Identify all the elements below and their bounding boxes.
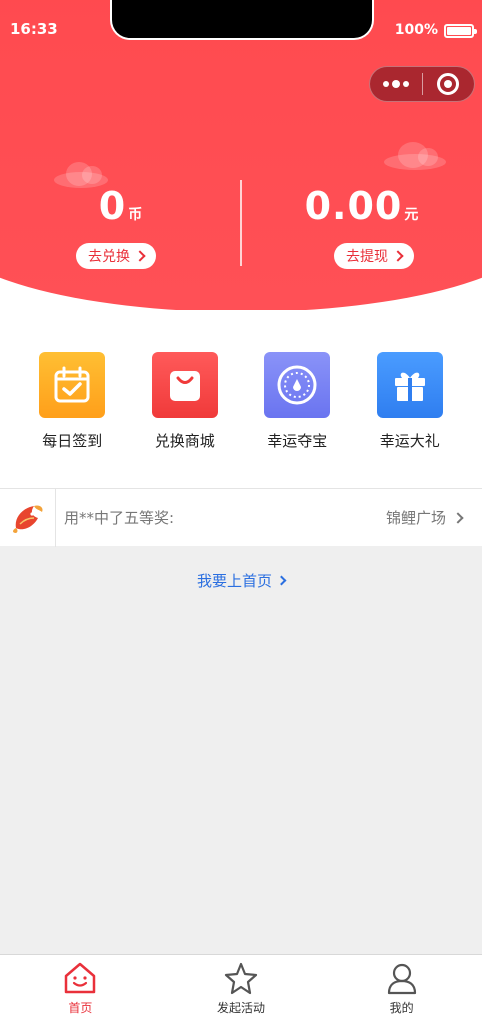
tab-label: 我的 <box>389 1001 414 1015</box>
calendar-check-icon <box>39 352 106 418</box>
feature-grid: 每日签到 兑换商城 幸运夺宝 幸运大礼 <box>0 310 482 488</box>
feature-lucky-draw[interactable]: 幸运夺宝 <box>247 352 347 488</box>
koi-fish-icon <box>0 488 56 547</box>
tab-label: 发起活动 <box>217 1001 266 1015</box>
gift-icon <box>376 352 443 418</box>
chevron-right-icon <box>392 250 404 262</box>
hero-header: 16:33 100% 0币 0.00 元 去兑换 去提现 <box>0 0 482 320</box>
feature-label: 兑换商城 <box>154 432 215 450</box>
feature-label: 每日签到 <box>42 432 103 450</box>
koi-square-label: 锦鲤广场 <box>385 509 446 527</box>
chevron-right-icon <box>452 511 464 524</box>
withdraw-button-label: 去提现 <box>346 249 388 265</box>
user-icon <box>387 963 416 995</box>
chevron-right-icon <box>276 575 287 586</box>
home-smile-icon <box>65 962 96 994</box>
shopping-bag-icon <box>151 352 218 418</box>
winner-ticker[interactable]: 用**中了五等奖: 锦鲤广场 <box>0 488 482 547</box>
exchange-button-label: 去兑换 <box>88 249 130 265</box>
coin-value: 0 <box>98 184 127 228</box>
exchange-button[interactable]: 去兑换 <box>76 243 156 269</box>
more-dots-icon[interactable] <box>370 66 422 102</box>
feature-label: 幸运夺宝 <box>267 432 328 450</box>
feature-label: 幸运大礼 <box>379 432 440 450</box>
coin-unit: 币 <box>128 207 143 223</box>
cash-unit: 元 <box>404 207 419 223</box>
star-icon <box>224 962 258 995</box>
tab-profile[interactable]: 我的 <box>321 955 482 1024</box>
bottom-tab-bar: 首页 发起活动 我的 <box>0 954 482 1024</box>
cloud-decoration-right <box>384 140 446 170</box>
mini-program-home: 16:33 100% 0币 0.00 元 去兑换 去提现 每日签到 兑换商城 幸… <box>0 0 482 1024</box>
cash-balance: 0.00 元 <box>241 184 482 228</box>
chevron-right-icon <box>134 250 146 262</box>
tab-create-activity[interactable]: 发起活动 <box>161 955 322 1024</box>
target-circle-icon[interactable] <box>422 66 474 102</box>
koi-square-link[interactable]: 锦鲤广场 <box>385 507 464 528</box>
device-notch <box>110 0 374 40</box>
battery-icon <box>444 24 477 38</box>
get-featured-link[interactable]: 我要上首页 <box>0 570 482 591</box>
cash-value: 0.00 <box>304 184 403 228</box>
battery-percent: 100% <box>394 22 438 38</box>
status-time: 16:33 <box>10 20 58 38</box>
feature-exchange-mall[interactable]: 兑换商城 <box>135 352 235 488</box>
tab-home[interactable]: 首页 <box>0 955 161 1024</box>
lucky-wheel-icon <box>264 352 331 418</box>
withdraw-button[interactable]: 去提现 <box>334 243 414 269</box>
mini-program-capsule <box>369 66 475 102</box>
feature-lucky-gift[interactable]: 幸运大礼 <box>360 352 460 488</box>
tab-label: 首页 <box>68 1001 93 1015</box>
winner-message: 用**中了五等奖: <box>64 509 175 527</box>
feature-daily-checkin[interactable]: 每日签到 <box>22 352 122 488</box>
get-featured-label: 我要上首页 <box>196 572 272 590</box>
coin-balance: 0币 <box>0 184 241 228</box>
